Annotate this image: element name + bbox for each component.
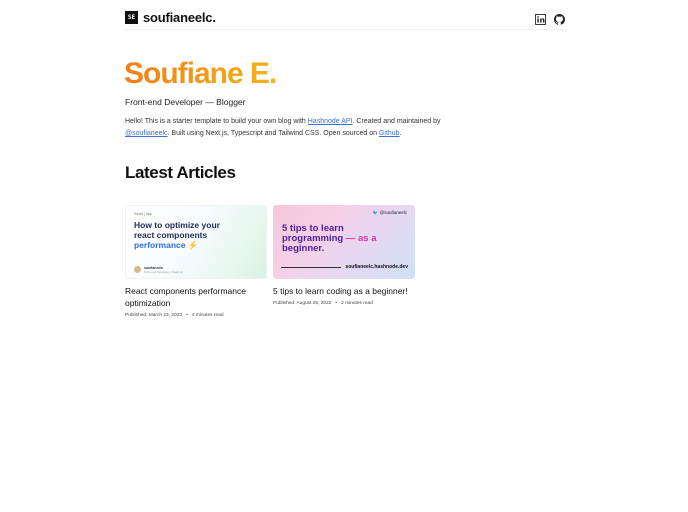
hero-intro: Hello! This is a starter template to bui… [125, 118, 441, 137]
thumb-author-meta: Front-end Developer | React Js [144, 270, 183, 274]
avatar [134, 266, 141, 273]
article-meta: Published: August 25, 2022 • 2 minutes rea… [273, 301, 373, 306]
site-header: SE soufianeelc. [125, 6, 565, 28]
thumb-url: soufianeelc.hashnode.dev [345, 264, 408, 270]
thumb-twitter-handle: 🐦 @soufianeelc [372, 210, 407, 215]
article-card[interactable]: 🐦 @soufianeelc 5 tips to learn programmi… [273, 205, 415, 306]
linkedin-icon[interactable] [534, 12, 547, 25]
hashnode-api-link[interactable]: Hashnode API [308, 118, 353, 125]
thumb-divider [281, 267, 341, 268]
github-link[interactable]: Github [379, 130, 400, 137]
article-thumbnail[interactable]: React | App How to optimize your react c… [125, 205, 267, 279]
thumb-headline: 5 tips to learn programming — as a begin… [282, 223, 377, 254]
brand-link[interactable]: SE soufianeelc. [125, 10, 216, 25]
social-links [534, 12, 565, 25]
article-card[interactable]: React | App How to optimize your react c… [125, 205, 267, 318]
twitter-icon: 🐦 [372, 210, 379, 215]
thumb-headline: How to optimize your react components pe… [134, 220, 220, 250]
github-icon[interactable] [554, 12, 565, 25]
thumb-tag: React | App [134, 212, 153, 216]
hero-role: Front-end Developer — Blogger [125, 97, 246, 107]
site-logo: SE [125, 10, 138, 24]
latest-articles-heading: Latest Articles [125, 163, 236, 182]
hero-name: Soufiane E. [124, 57, 277, 90]
brand-name: soufianeelc. [143, 9, 216, 25]
article-title[interactable]: React components performance optimizatio… [125, 285, 267, 309]
author-handle-link[interactable]: @soufianeelc [125, 130, 168, 137]
article-title[interactable]: 5 tips to learn coding as a beginner! [273, 285, 415, 297]
article-meta: Published: March 23, 2023 • 4 minutes read [125, 313, 224, 318]
article-thumbnail[interactable]: 🐦 @soufianeelc 5 tips to learn programmi… [273, 205, 415, 279]
header-divider [125, 29, 565, 30]
